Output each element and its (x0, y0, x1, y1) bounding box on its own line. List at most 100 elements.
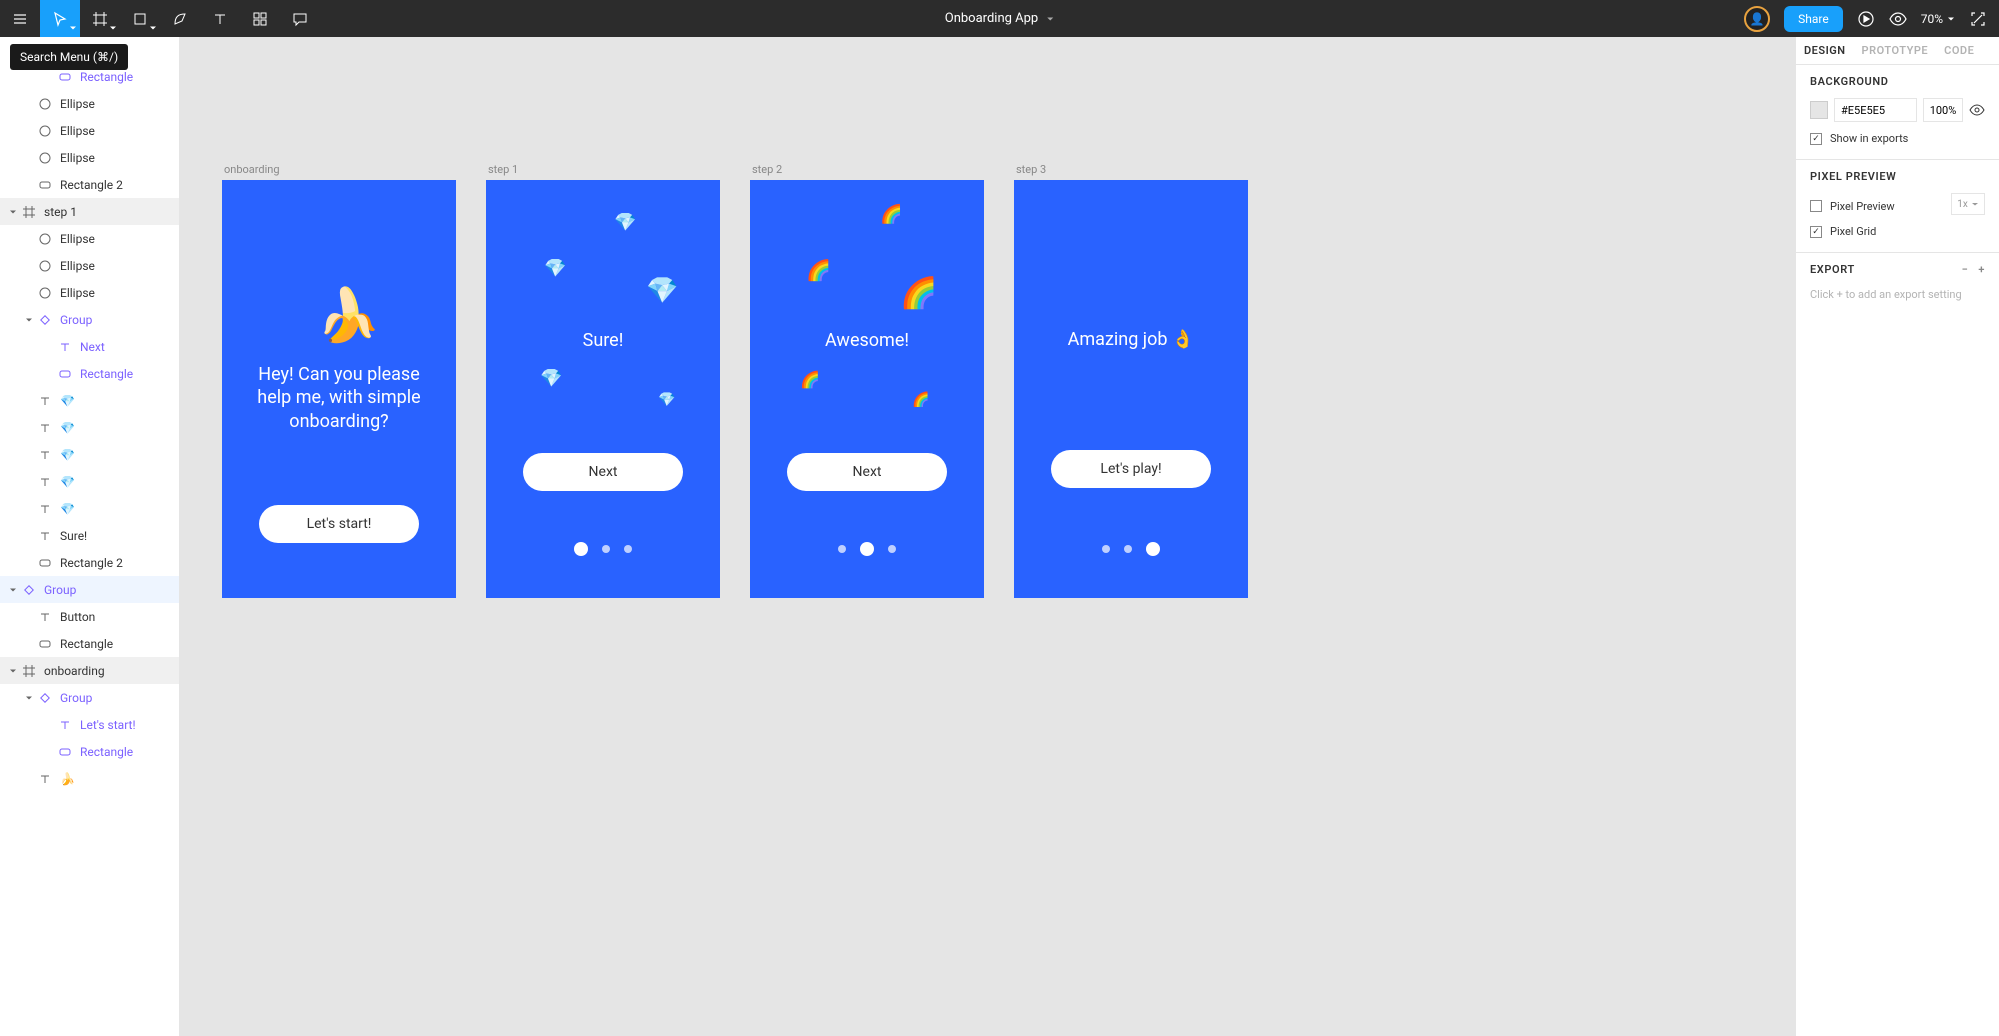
pagination-dot (888, 545, 896, 553)
layer-label: Rectangle (80, 745, 133, 759)
hex-input[interactable] (1834, 98, 1917, 122)
pagination-dot (838, 545, 846, 553)
text-tool[interactable] (200, 0, 240, 37)
frame-label[interactable]: step 1 (486, 163, 720, 176)
expand-chevron-icon (24, 639, 34, 649)
layer-row[interactable]: Group (0, 576, 179, 603)
layer-row[interactable]: 🍌 (0, 765, 179, 792)
pixel-preview-header: PIXEL PREVIEW (1810, 170, 1985, 183)
layer-label: Group (60, 691, 92, 705)
layer-row[interactable]: Group (0, 684, 179, 711)
frame-label[interactable]: step 3 (1014, 163, 1248, 176)
layer-label: Rectangle 2 (60, 178, 123, 192)
background-row (1810, 98, 1985, 122)
tab-design[interactable]: DESIGN (1804, 44, 1846, 57)
export-plus-button[interactable]: + (1978, 263, 1985, 276)
layer-row[interactable]: Ellipse (0, 279, 179, 306)
checkbox-icon (1810, 200, 1822, 212)
share-button[interactable]: Share (1784, 6, 1843, 32)
rectangle-icon (38, 178, 52, 192)
layer-row[interactable]: Next (0, 333, 179, 360)
layer-row[interactable]: Rectangle (0, 630, 179, 657)
zoom-value: 70% (1921, 12, 1943, 26)
layer-label: Rectangle (60, 637, 113, 651)
expand-chevron-icon (8, 666, 18, 676)
layers-panel: Rectangle Ellipse Ellipse Ellipse Rectangle … (0, 37, 180, 1036)
layer-label: Let's start! (80, 718, 136, 732)
layer-label: Ellipse (60, 286, 95, 300)
layer-row[interactable]: step 1 (0, 198, 179, 225)
present-button[interactable] (1857, 10, 1875, 28)
export-section: EXPORT − + Click + to add an export sett… (1796, 253, 1999, 317)
frame-label[interactable]: onboarding (222, 163, 456, 176)
text-icon (38, 772, 52, 786)
text-icon (38, 529, 52, 543)
pen-tool[interactable] (160, 0, 200, 37)
properties-panel: DESIGN PROTOTYPE CODE BACKGROUND Show in… (1795, 37, 1999, 1036)
show-in-exports-label: Show in exports (1830, 132, 1908, 145)
expand-chevron-icon (24, 423, 34, 433)
layer-row[interactable]: Ellipse (0, 252, 179, 279)
frame-heading: Hey! Can you please help me, with simple… (222, 363, 456, 433)
expand-panel-button[interactable] (1969, 10, 1987, 28)
decor-emoji: 🌈 (912, 392, 929, 408)
frame[interactable]: 💎💎💎💎💎Sure!Next (486, 180, 720, 598)
view-settings-button[interactable] (1889, 10, 1907, 28)
layer-row[interactable]: 💎 (0, 414, 179, 441)
visibility-toggle[interactable] (1969, 102, 1985, 118)
components-tool[interactable] (240, 0, 280, 37)
frame-tool[interactable] (80, 0, 120, 37)
zoom-control[interactable]: 70% (1921, 12, 1955, 26)
layer-label: Ellipse (60, 124, 95, 138)
checkbox-checked-icon (1810, 226, 1822, 238)
expand-chevron-icon (24, 99, 34, 109)
pixel-multiplier-select[interactable]: 1x (1951, 193, 1985, 215)
layer-row[interactable]: Ellipse (0, 225, 179, 252)
layer-label: Group (60, 313, 92, 327)
pagination-dots (574, 542, 632, 556)
canvas[interactable]: onboarding 🍌Hey! Can you please help me, … (180, 37, 1795, 1036)
layer-row[interactable]: Button (0, 603, 179, 630)
frame[interactable]: Amazing job 👌Let's play! (1014, 180, 1248, 598)
layer-row[interactable]: 💎 (0, 468, 179, 495)
layer-row[interactable]: 💎 (0, 441, 179, 468)
pixel-grid-row[interactable]: Pixel Grid (1810, 225, 1985, 238)
shape-tool[interactable] (120, 0, 160, 37)
menu-button[interactable] (0, 0, 40, 37)
layer-row[interactable]: Rectangle (0, 360, 179, 387)
color-swatch[interactable] (1810, 101, 1828, 119)
tab-prototype[interactable]: PROTOTYPE (1862, 44, 1929, 57)
avatar[interactable]: 👤 (1744, 6, 1770, 32)
layer-row[interactable]: Ellipse (0, 90, 179, 117)
expand-chevron-icon (24, 558, 34, 568)
layer-row[interactable]: 💎 (0, 387, 179, 414)
opacity-input[interactable] (1923, 98, 1963, 122)
layer-row[interactable]: Sure! (0, 522, 179, 549)
rectangle-icon (38, 556, 52, 570)
decor-emoji: 💎 (646, 276, 678, 306)
layer-row[interactable]: 💎 (0, 495, 179, 522)
frame[interactable]: 🍌Hey! Can you please help me, with simpl… (222, 180, 456, 598)
move-tool[interactable] (40, 0, 80, 37)
layer-row[interactable]: Ellipse (0, 144, 179, 171)
export-minus-button[interactable]: − (1962, 263, 1969, 276)
layer-row[interactable]: Let's start! (0, 711, 179, 738)
layer-row[interactable]: Rectangle (0, 738, 179, 765)
layer-row[interactable]: Group (0, 306, 179, 333)
export-controls: − + (1962, 263, 1985, 276)
layer-row[interactable]: Ellipse (0, 117, 179, 144)
comment-tool[interactable] (280, 0, 320, 37)
frame-label[interactable]: step 2 (750, 163, 984, 176)
layer-row[interactable]: Rectangle 2 (0, 549, 179, 576)
layer-row[interactable]: onboarding (0, 657, 179, 684)
frame-heading: Awesome! (750, 329, 984, 352)
layer-row[interactable]: Rectangle 2 (0, 171, 179, 198)
show-in-exports-row[interactable]: Show in exports (1810, 132, 1985, 145)
document-title-area[interactable]: Onboarding App (945, 11, 1054, 26)
tab-code[interactable]: CODE (1944, 44, 1974, 57)
layer-label: Rectangle (80, 70, 133, 84)
layer-label: Ellipse (60, 232, 95, 246)
pixel-preview-row[interactable]: Pixel Preview (1810, 200, 1895, 213)
pixel-grid-label: Pixel Grid (1830, 225, 1876, 238)
frame[interactable]: 🌈🌈🌈🌈🌈Awesome!Next (750, 180, 984, 598)
